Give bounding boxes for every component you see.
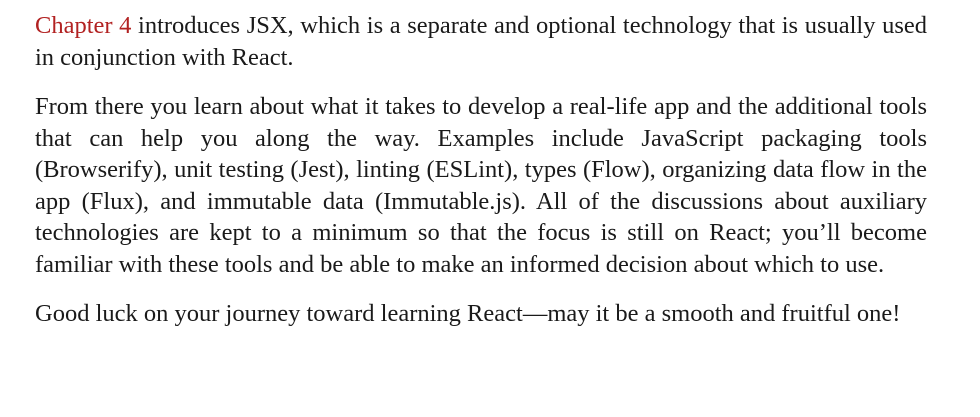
document-body: Chapter 4 introduces JSX, which is a sep… bbox=[35, 10, 927, 330]
paragraph-text: Good luck on your journey toward learnin… bbox=[35, 300, 901, 327]
paragraph-good-luck: Good luck on your journey toward learnin… bbox=[35, 298, 927, 330]
paragraph-text: introduces JSX, which is a separate and … bbox=[35, 12, 927, 71]
paragraph-chapter-4-intro: Chapter 4 introduces JSX, which is a sep… bbox=[35, 10, 927, 73]
paragraph-text: From there you learn about what it takes… bbox=[35, 93, 927, 278]
chapter-4-link[interactable]: Chapter 4 bbox=[35, 12, 131, 39]
paragraph-tools-overview: From there you learn about what it takes… bbox=[35, 91, 927, 280]
